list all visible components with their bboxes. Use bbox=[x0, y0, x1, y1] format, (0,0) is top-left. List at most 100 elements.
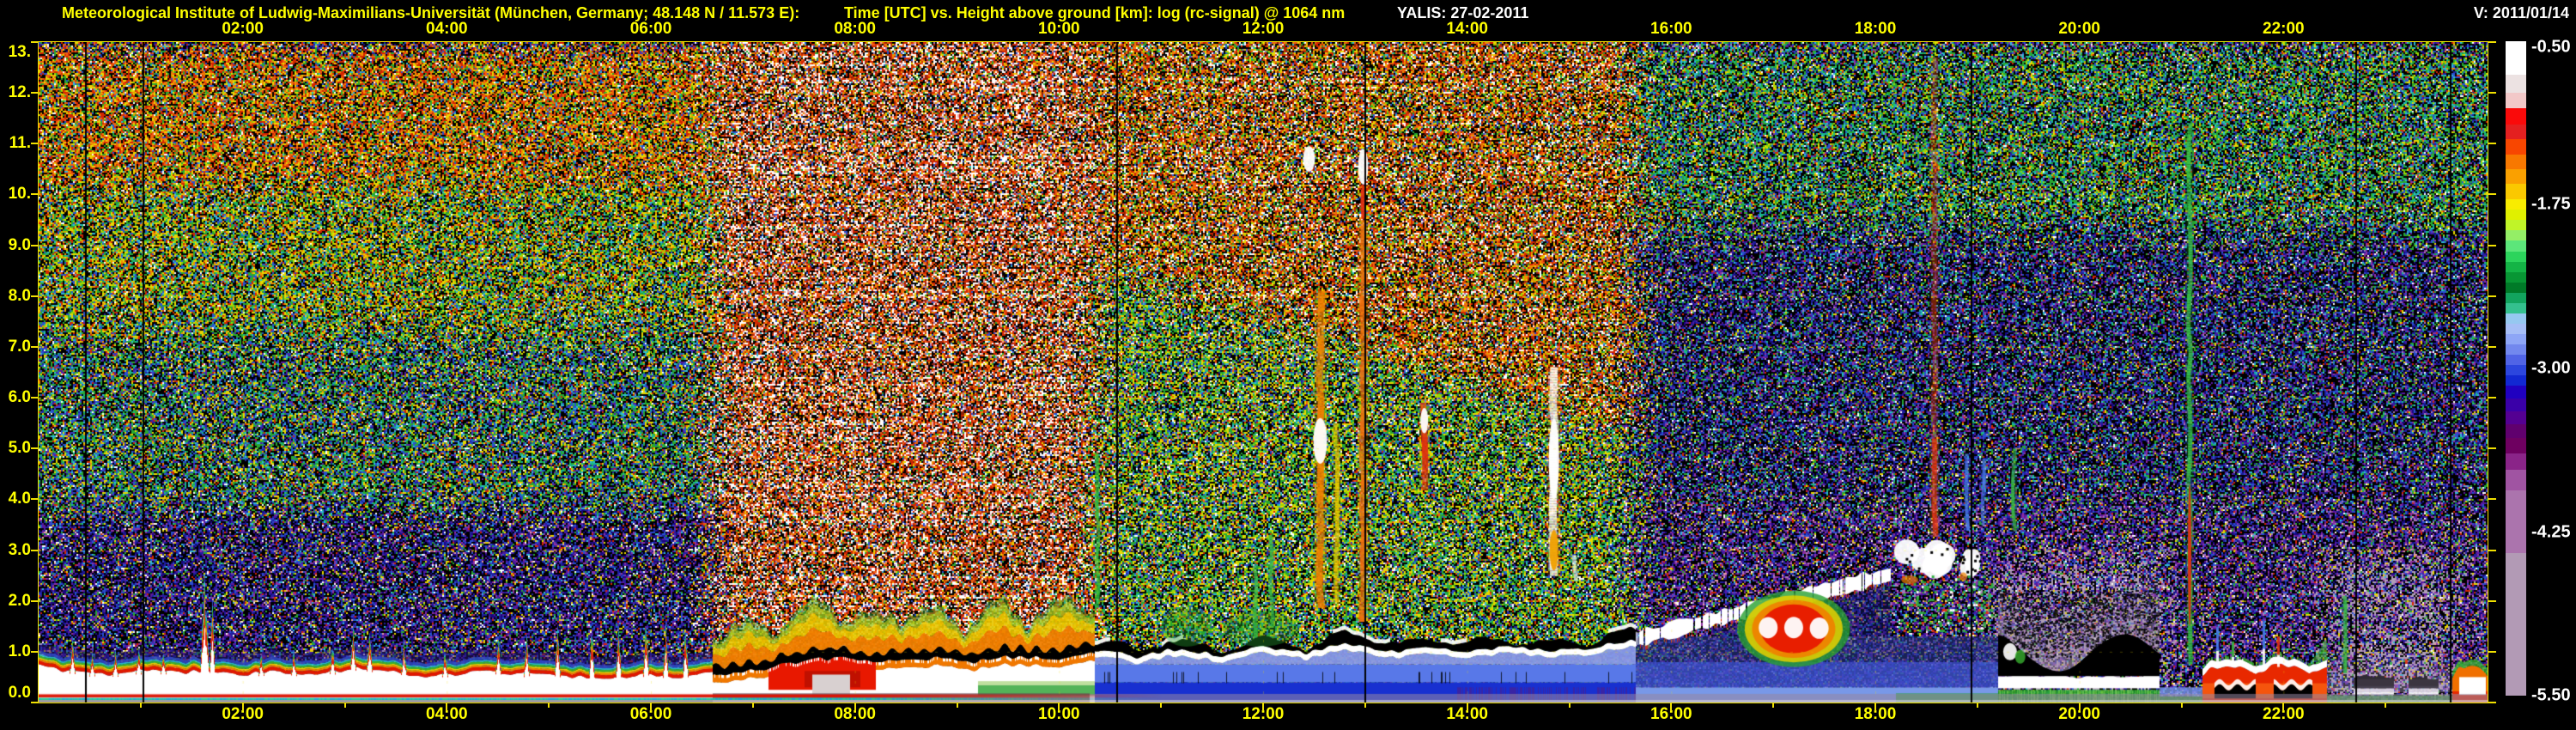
y-tick-label: 8.0 bbox=[8, 286, 31, 305]
colorbar-segment bbox=[2506, 344, 2526, 356]
colorbar-segment bbox=[2506, 124, 2526, 139]
axis-tick bbox=[343, 703, 346, 708]
x-tick-label-top: 04:00 bbox=[426, 20, 468, 38]
axis-tick bbox=[31, 143, 39, 145]
colorbar-segment bbox=[2506, 365, 2526, 376]
axis-tick bbox=[2488, 295, 2496, 297]
colorbar bbox=[2506, 41, 2526, 696]
colorbar-segment bbox=[2506, 198, 2526, 210]
axis-tick bbox=[2488, 549, 2496, 551]
axis-tick bbox=[31, 41, 39, 43]
colorbar-segment bbox=[2506, 169, 2526, 185]
axis-tick bbox=[1568, 703, 1571, 708]
colorbar-segment bbox=[2506, 210, 2526, 221]
colorbar-segment bbox=[2506, 355, 2526, 366]
axis-tick bbox=[31, 599, 39, 602]
axis-tick bbox=[1058, 703, 1060, 711]
x-tick-label-top: 22:00 bbox=[2263, 20, 2305, 38]
axis-tick bbox=[2488, 244, 2496, 246]
axis-tick bbox=[31, 92, 39, 94]
y-tick-label: 9.0 bbox=[8, 235, 31, 254]
axis-tick bbox=[1262, 703, 1264, 711]
colorbar-segment bbox=[2506, 220, 2526, 231]
axis-tick bbox=[1364, 703, 1366, 708]
axis-tick bbox=[2282, 703, 2285, 711]
colorbar-segment bbox=[2506, 438, 2526, 454]
colorbar-segment bbox=[2506, 490, 2526, 554]
lidar-quicklook-window: Meteorological Institute of Ludwig-Maxim… bbox=[0, 0, 2576, 730]
colorbar-segment bbox=[2506, 423, 2526, 439]
axis-tick bbox=[1772, 703, 1775, 708]
axis-tick bbox=[31, 244, 39, 246]
axis-tick bbox=[1466, 703, 1468, 711]
axis-tick bbox=[2488, 447, 2496, 450]
y-tick-label: 1.0 bbox=[8, 642, 31, 660]
x-tick-label-top: 18:00 bbox=[1854, 20, 1897, 38]
colorbar-segment bbox=[2506, 261, 2526, 272]
colorbar-segment bbox=[2506, 251, 2526, 262]
axis-tick bbox=[31, 447, 39, 450]
axis-tick bbox=[2488, 143, 2496, 145]
colorbar-segment bbox=[2506, 41, 2526, 76]
colorbar-segment bbox=[2506, 553, 2526, 696]
axis-tick bbox=[2488, 92, 2496, 94]
x-tick-label-top: 16:00 bbox=[1650, 20, 1692, 38]
colorbar-segment bbox=[2506, 107, 2526, 125]
colorbar-tick-label: -3.00 bbox=[2531, 358, 2571, 378]
axis-tick bbox=[2488, 702, 2496, 703]
axis-tick bbox=[2385, 703, 2387, 708]
plot-frame bbox=[38, 41, 2488, 703]
colorbar-segment bbox=[2506, 334, 2526, 345]
colorbar-segment bbox=[2506, 453, 2526, 471]
axis-tick bbox=[751, 703, 754, 708]
axis-tick bbox=[548, 703, 550, 708]
colorbar-tick-label: -4.25 bbox=[2531, 522, 2571, 542]
axis-tick bbox=[1160, 703, 1163, 708]
version-label: V: 2011/01/14 bbox=[2473, 4, 2569, 21]
axis-tick bbox=[854, 703, 856, 711]
axis-tick bbox=[1976, 703, 1978, 708]
colorbar-segment bbox=[2506, 292, 2526, 303]
colorbar-segment bbox=[2506, 282, 2526, 293]
colorbar-segment bbox=[2506, 75, 2526, 93]
y-tick-label: 7.0 bbox=[8, 337, 31, 356]
axis-tick bbox=[1670, 703, 1673, 711]
colorbar-segment bbox=[2506, 138, 2526, 155]
colorbar-segment bbox=[2506, 313, 2526, 324]
axis-tick bbox=[31, 397, 39, 399]
axis-tick bbox=[31, 702, 39, 703]
colorbar-tick-label: -5.50 bbox=[2531, 685, 2571, 705]
colorbar-segment bbox=[2506, 470, 2526, 491]
x-tick-label-top: 10:00 bbox=[1038, 20, 1080, 38]
y-tick-label: 0.0 bbox=[8, 684, 31, 702]
x-tick-label-top: 02:00 bbox=[222, 20, 264, 38]
colorbar-segment bbox=[2506, 240, 2526, 252]
y-tick-label: 2.0 bbox=[8, 591, 31, 610]
x-tick-label-top: 06:00 bbox=[629, 20, 672, 38]
colorbar-segment bbox=[2506, 230, 2526, 241]
axis-tick bbox=[650, 703, 652, 711]
axis-tick bbox=[956, 703, 958, 708]
axis-tick bbox=[2488, 41, 2496, 43]
y-tick-label: 10. bbox=[8, 185, 31, 204]
colorbar-segment bbox=[2506, 398, 2526, 411]
y-tick-label: 3.0 bbox=[8, 540, 31, 559]
colorbar-segment bbox=[2506, 271, 2526, 283]
axis-tick bbox=[241, 703, 244, 711]
axis-tick bbox=[31, 549, 39, 551]
axis-tick bbox=[2180, 703, 2183, 708]
y-tick-label: 13. bbox=[8, 43, 31, 61]
axis-tick bbox=[446, 703, 448, 711]
colorbar-tick-label: -1.75 bbox=[2531, 194, 2571, 214]
axis-tick bbox=[31, 650, 39, 653]
axis-tick bbox=[2488, 345, 2496, 348]
y-tick-label: 6.0 bbox=[8, 388, 31, 407]
y-tick-label: 5.0 bbox=[8, 439, 31, 458]
axis-tick bbox=[31, 345, 39, 348]
axis-tick bbox=[2488, 397, 2496, 399]
axis-tick bbox=[31, 498, 39, 501]
axis-tick bbox=[31, 193, 39, 196]
colorbar-segment bbox=[2506, 411, 2526, 424]
x-tick-label-top: 12:00 bbox=[1242, 20, 1285, 38]
colorbar-segment bbox=[2506, 375, 2526, 386]
